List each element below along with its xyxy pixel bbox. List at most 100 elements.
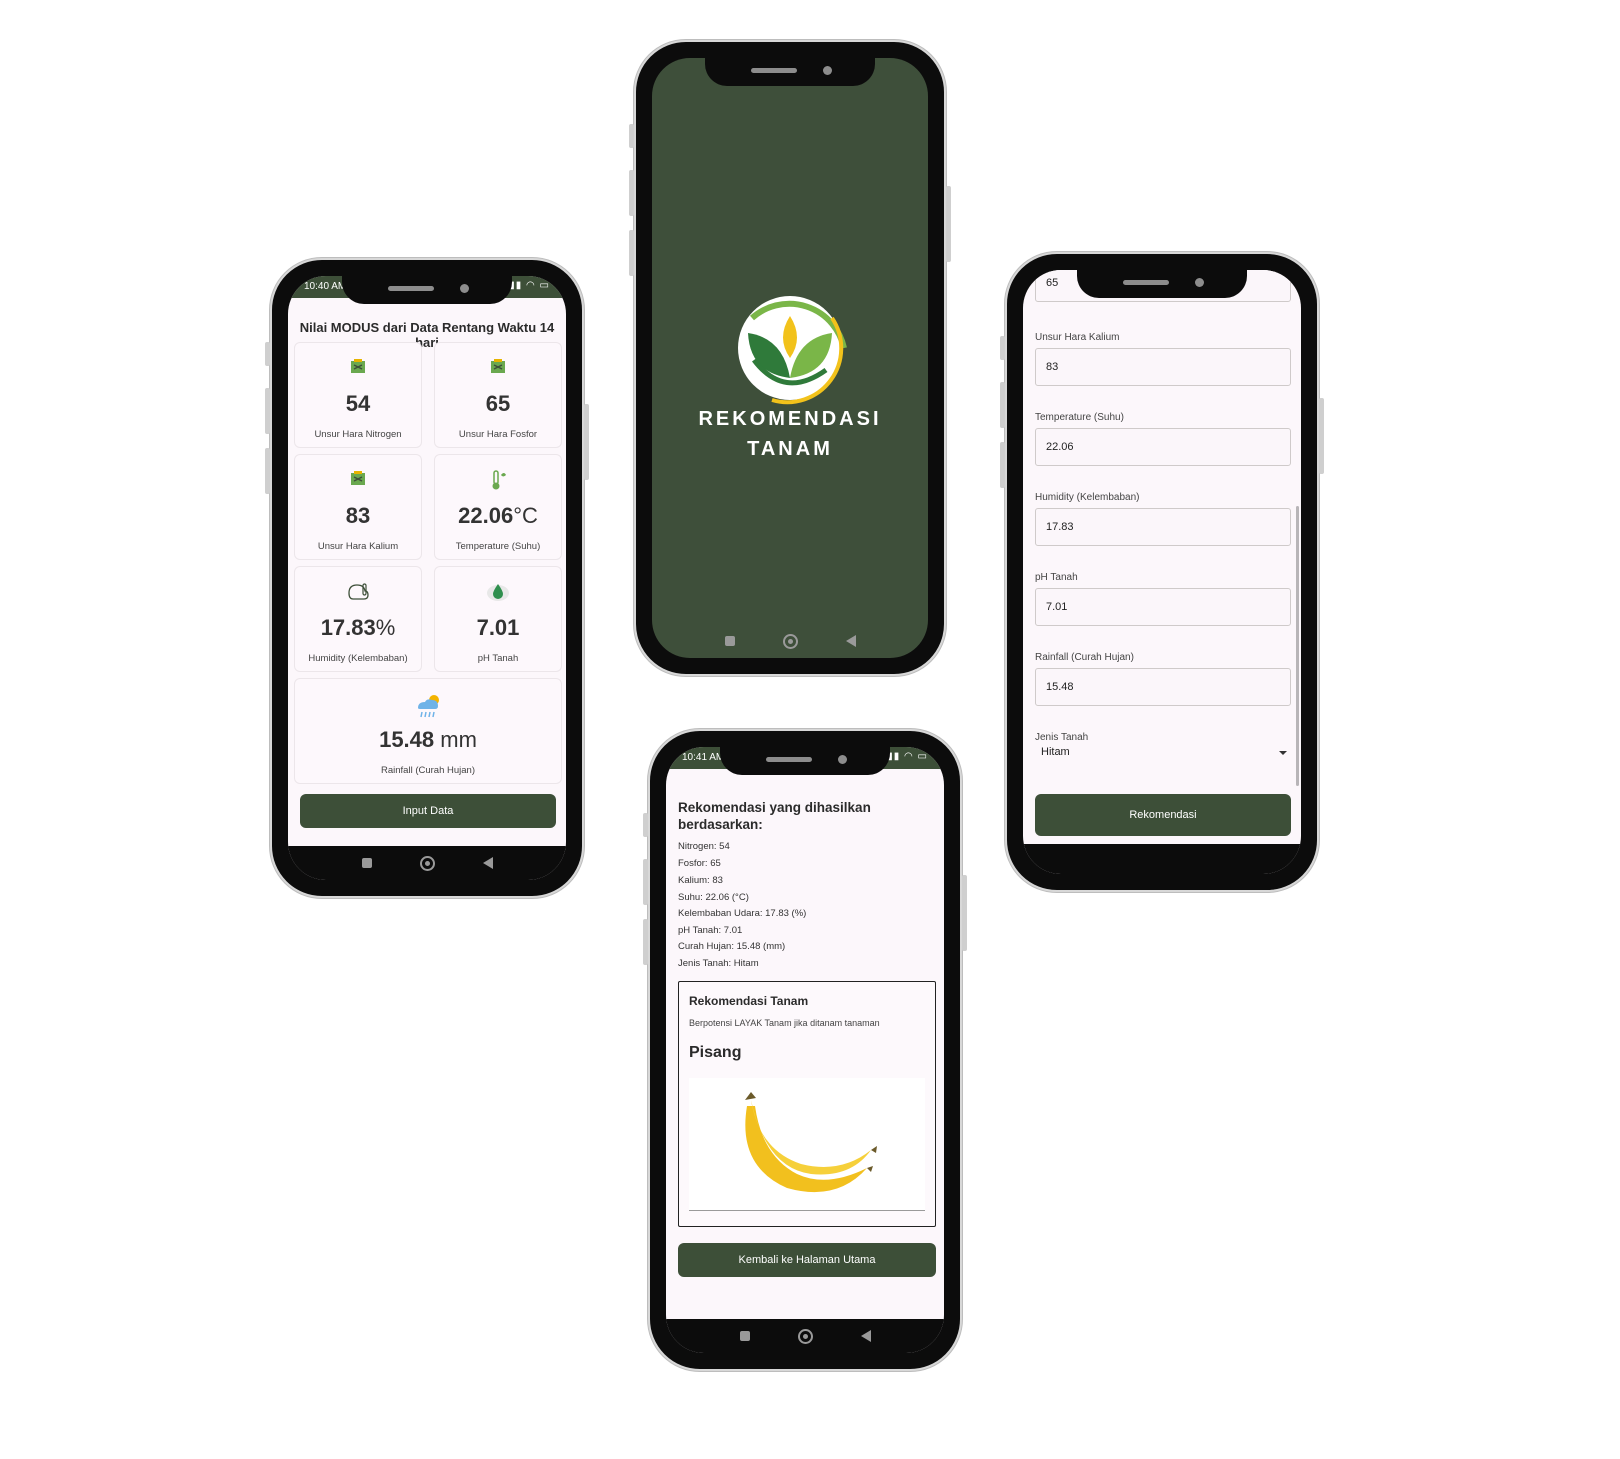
result-line: Suhu: 22.06 (°C)	[678, 892, 749, 903]
ph-input[interactable]	[1035, 588, 1291, 626]
kalium-label: Unsur Hara Kalium	[317, 541, 399, 552]
soil-sensor-icon	[488, 357, 508, 382]
fosfor-value: 65	[485, 391, 511, 416]
humidity-icon	[346, 581, 370, 606]
status-icons: ▮▮ ◠ ▭	[887, 751, 928, 762]
home-icon[interactable]	[797, 1328, 813, 1344]
rainfall-field-label: Rainfall (Curah Hujan)	[1035, 652, 1134, 663]
screen: 10:41 AM ▮▮ ◠ ▭ Rekomendasi yang dihasil…	[666, 747, 944, 1353]
back-icon[interactable]	[482, 857, 493, 869]
power-button	[584, 404, 589, 480]
input-data-button[interactable]: Input Data	[300, 794, 556, 828]
side-button	[629, 230, 634, 276]
card-fosfor: 65 Unsur Hara Fosfor	[434, 342, 562, 448]
status-time: 10:41 AM	[682, 752, 725, 763]
nav-bar	[1023, 844, 1301, 874]
recommendation-title: Rekomendasi Tanam	[689, 994, 809, 1008]
nav-bar	[288, 846, 566, 880]
notch	[1077, 270, 1247, 298]
banana-icon	[745, 1092, 877, 1193]
temperature-unit: °C	[513, 503, 538, 528]
card-humidity: 17.83% Humidity (Kelembaban)	[294, 566, 422, 672]
recommendation-card: Rekomendasi Tanam Berpotensi LAYAK Tanam…	[678, 981, 936, 1227]
recommendation-text: Berpotensi LAYAK Tanam jika ditanam tana…	[689, 1018, 880, 1028]
crop-name: Pisang	[689, 1044, 742, 1061]
screen: 10:40 AM ▮▮ ◠ ▭ Nilai MODUS dari Data Re…	[288, 276, 566, 880]
phone-result: 10:41 AM ▮▮ ◠ ▭ Rekomendasi yang dihasil…	[643, 729, 967, 1371]
soil-sensor-icon	[348, 469, 368, 494]
back-icon[interactable]	[845, 635, 856, 647]
side-button	[1000, 336, 1005, 360]
rain-cloud-icon	[414, 693, 442, 724]
result-line: Jenis Tanah: Hitam	[678, 958, 759, 969]
nitrogen-label: Unsur Hara Nitrogen	[314, 429, 402, 440]
kalium-input[interactable]	[1035, 348, 1291, 386]
splash-title-line1: REKOMENDASI	[698, 408, 882, 430]
kalium-field-label: Unsur Hara Kalium	[1035, 332, 1120, 343]
temperature-field-label: Temperature (Suhu)	[1035, 412, 1124, 423]
home-icon[interactable]	[782, 633, 798, 649]
soil-type-select[interactable]: Hitam	[1041, 746, 1287, 758]
humidity-input[interactable]	[1035, 508, 1291, 546]
rainfall-unit: mm	[434, 727, 477, 752]
side-button	[1000, 442, 1005, 488]
side-button	[629, 170, 634, 216]
phone-form: Unsur Hara Kalium Temperature (Suhu) Hum…	[1000, 252, 1324, 892]
notch	[705, 58, 875, 86]
result-heading: Rekomendasi yang dihasilkan berdasarkan:	[678, 800, 871, 832]
status-time: 10:40 AM	[304, 281, 347, 292]
recents-icon[interactable]	[361, 858, 372, 868]
result-line: Kelembaban Udara: 17.83 (%)	[678, 908, 807, 919]
recents-icon[interactable]	[739, 1331, 750, 1341]
kalium-value: 83	[345, 503, 371, 528]
screen: Unsur Hara Kalium Temperature (Suhu) Hum…	[1023, 270, 1301, 874]
power-button	[946, 186, 951, 262]
power-button	[962, 875, 967, 951]
result-line: Kalium: 83	[678, 875, 723, 886]
back-to-home-button[interactable]: Kembali ke Halaman Utama	[678, 1243, 936, 1277]
splash-title-line2: TANAM	[747, 438, 833, 460]
rekomendasi-button[interactable]: Rekomendasi	[1035, 794, 1291, 836]
side-button	[265, 448, 270, 494]
screen: REKOMENDASI TANAM	[652, 58, 928, 658]
temperature-label: Temperature (Suhu)	[455, 541, 541, 552]
status-icons: ▮▮ ◠ ▭	[509, 280, 550, 291]
rainfall-input[interactable]	[1035, 668, 1291, 706]
rainfall-value: 15.48	[379, 727, 435, 752]
humidity-field-label: Humidity (Kelembaban)	[1035, 492, 1140, 503]
humidity-unit: %	[375, 615, 396, 640]
humidity-value: 17.83	[320, 615, 376, 640]
chevron-down-icon	[1279, 751, 1287, 755]
app-logo	[732, 288, 852, 408]
temperature-input[interactable]	[1035, 428, 1291, 466]
soil-sensor-icon	[348, 357, 368, 382]
ph-value: 7.01	[476, 615, 520, 640]
result-line: Fosfor: 65	[678, 858, 721, 869]
crop-image	[689, 1078, 925, 1211]
soil-type-label: Jenis Tanah	[1035, 732, 1089, 743]
ph-drop-icon	[486, 581, 510, 608]
result-line: pH Tanah: 7.01	[678, 925, 743, 936]
notch	[720, 747, 890, 775]
side-button	[643, 813, 648, 837]
side-button	[643, 859, 648, 905]
side-button	[1000, 382, 1005, 428]
result-line: Curah Hujan: 15.48 (mm)	[678, 941, 786, 952]
home-icon[interactable]	[419, 855, 435, 871]
side-button	[629, 124, 634, 148]
rainfall-label: Rainfall (Curah Hujan)	[381, 765, 475, 776]
recents-icon[interactable]	[724, 636, 735, 646]
thermometer-icon	[488, 469, 508, 496]
side-button	[643, 919, 648, 965]
card-nitrogen: 54 Unsur Hara Nitrogen	[294, 342, 422, 448]
nav-bar	[666, 1319, 944, 1353]
notch	[342, 276, 512, 304]
temperature-value: 22.06	[458, 503, 514, 528]
back-icon[interactable]	[860, 1330, 871, 1342]
nitrogen-value: 54	[345, 391, 371, 416]
nav-bar	[652, 624, 928, 658]
phone-splash: REKOMENDASI TANAM	[629, 40, 951, 676]
fosfor-label: Unsur Hara Fosfor	[458, 429, 538, 440]
card-rainfall: 15.48 mm Rainfall (Curah Hujan)	[294, 678, 562, 784]
scrollbar[interactable]	[1296, 506, 1299, 786]
